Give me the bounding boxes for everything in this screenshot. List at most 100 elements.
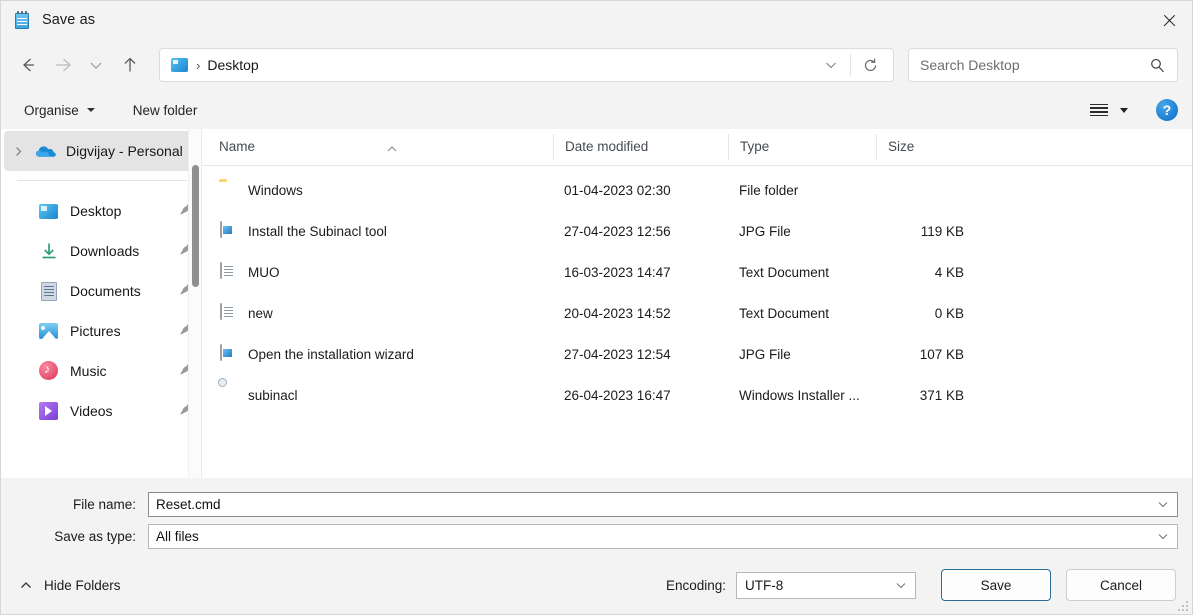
- file-name-cell: new: [208, 304, 553, 323]
- sidebar-item-onedrive[interactable]: Digvijay - Personal: [4, 131, 198, 171]
- file-name-cell: Install the Subinacl tool: [208, 222, 553, 241]
- filetype-select[interactable]: All files: [148, 524, 1178, 549]
- sidebar-item-music[interactable]: Music: [1, 351, 201, 391]
- refresh-button[interactable]: [851, 49, 889, 81]
- sidebar-item-videos[interactable]: Videos: [1, 391, 201, 431]
- file-type: Windows Installer ...: [728, 386, 876, 406]
- file-list-pane: Name Date modified Type Size: [201, 129, 1192, 478]
- file-type: JPG File: [728, 345, 876, 365]
- column-header-name[interactable]: Name: [208, 134, 553, 160]
- encoding-select[interactable]: UTF-8: [736, 572, 916, 599]
- cancel-label: Cancel: [1100, 578, 1142, 593]
- back-button[interactable]: [11, 48, 45, 82]
- save-form: File name: Reset.cmd Save as type: All f…: [1, 478, 1192, 556]
- sidebar-scrollbar[interactable]: [188, 129, 201, 478]
- breadcrumb-desktop: Desktop: [207, 57, 258, 73]
- caret-down-icon: [87, 108, 95, 112]
- arrow-up-icon: [120, 55, 140, 75]
- chevron-down-icon: [1156, 529, 1170, 543]
- help-button[interactable]: ?: [1156, 99, 1178, 121]
- search-box[interactable]: Search Desktop: [908, 48, 1178, 82]
- filetype-value: All files: [156, 529, 1149, 544]
- list-view-icon: [1090, 104, 1108, 117]
- jpg-file-icon: [219, 345, 237, 364]
- title-bar: Save as: [1, 1, 1192, 39]
- column-header-date-modified[interactable]: Date modified: [553, 134, 728, 160]
- file-name: new: [248, 306, 273, 321]
- save-button[interactable]: Save: [941, 569, 1051, 601]
- search-input[interactable]: Search Desktop: [920, 57, 1149, 73]
- file-date: 27-04-2023 12:54: [553, 347, 728, 362]
- view-options-button[interactable]: [1084, 101, 1134, 120]
- sidebar-label-downloads: Downloads: [70, 243, 139, 259]
- installer-icon: [219, 386, 237, 405]
- table-row[interactable]: new 20-04-2023 14:52 Text Document 0 KB: [202, 293, 1192, 334]
- arrow-right-icon: [52, 55, 72, 75]
- file-name-cell: Windows: [208, 181, 553, 200]
- filetype-label: Save as type:: [15, 529, 148, 544]
- file-date: 26-04-2023 16:47: [553, 388, 728, 403]
- close-button[interactable]: [1146, 1, 1192, 39]
- folder-icon: [219, 181, 237, 200]
- table-row[interactable]: Install the Subinacl tool 27-04-2023 12:…: [202, 211, 1192, 252]
- up-level-button[interactable]: [113, 48, 147, 82]
- table-row[interactable]: MUO 16-03-2023 14:47 Text Document 4 KB: [202, 252, 1192, 293]
- file-type: Text Document: [728, 304, 876, 324]
- expand-onedrive-button[interactable]: [7, 145, 29, 158]
- column-label-name: Name: [219, 139, 255, 154]
- sidebar-item-downloads[interactable]: Downloads: [1, 231, 201, 271]
- refresh-icon: [862, 57, 879, 74]
- encoding-value: UTF-8: [745, 578, 887, 593]
- new-folder-button[interactable]: New folder: [124, 99, 207, 122]
- arrow-left-icon: [18, 55, 38, 75]
- forward-button[interactable]: [45, 48, 79, 82]
- notepad-icon: [14, 11, 31, 30]
- filetype-row: Save as type: All files: [15, 520, 1178, 552]
- desktop-icon: [39, 201, 59, 221]
- address-bar[interactable]: › Desktop: [159, 48, 894, 82]
- file-size: 119 KB: [876, 224, 976, 239]
- filename-row: File name: Reset.cmd: [15, 488, 1178, 520]
- help-label: ?: [1163, 102, 1172, 118]
- address-dropdown-button[interactable]: [812, 49, 850, 81]
- file-name-cell: MUO: [208, 263, 553, 282]
- sidebar-item-desktop[interactable]: Desktop: [1, 191, 201, 231]
- organise-button[interactable]: Organise: [15, 99, 104, 122]
- close-icon: [1162, 13, 1177, 28]
- sidebar-item-documents[interactable]: Documents: [1, 271, 201, 311]
- recent-locations-button[interactable]: [79, 48, 113, 82]
- file-type: Text Document: [728, 263, 876, 283]
- column-header-size[interactable]: Size: [876, 134, 976, 160]
- file-list: Windows 01-04-2023 02:30 File folder Ins…: [202, 166, 1192, 478]
- chevron-down-icon: [87, 56, 105, 74]
- organise-label: Organise: [24, 103, 79, 118]
- filename-value: Reset.cmd: [156, 497, 1149, 512]
- encoding-dropdown-button[interactable]: [887, 574, 915, 597]
- file-size: 371 KB: [876, 388, 976, 403]
- cancel-button[interactable]: Cancel: [1066, 569, 1176, 601]
- column-label-type: Type: [740, 139, 769, 154]
- file-name-cell: subinacl: [208, 386, 553, 405]
- file-date: 01-04-2023 02:30: [553, 183, 728, 198]
- table-row[interactable]: Open the installation wizard 27-04-2023 …: [202, 334, 1192, 375]
- file-type: JPG File: [728, 222, 876, 242]
- resize-grip[interactable]: [1176, 599, 1188, 611]
- dialog-footer: Hide Folders Encoding: UTF-8 Save Cancel: [1, 556, 1192, 614]
- sidebar-label-documents: Documents: [70, 283, 141, 299]
- sidebar-item-pictures[interactable]: Pictures: [1, 311, 201, 351]
- table-row[interactable]: subinacl 26-04-2023 16:47 Windows Instal…: [202, 375, 1192, 416]
- chevron-down-icon: [894, 578, 908, 592]
- caret-down-icon: [1120, 108, 1128, 113]
- sidebar-label-music: Music: [70, 363, 107, 379]
- table-row[interactable]: Windows 01-04-2023 02:30 File folder: [202, 170, 1192, 211]
- filetype-dropdown-button[interactable]: [1149, 525, 1177, 548]
- sidebar-scrollbar-thumb[interactable]: [192, 165, 199, 287]
- column-header-type[interactable]: Type: [728, 134, 876, 160]
- filename-dropdown-button[interactable]: [1149, 493, 1177, 516]
- encoding-label: Encoding:: [666, 578, 726, 593]
- file-date: 20-04-2023 14:52: [553, 306, 728, 321]
- hide-folders-button[interactable]: Hide Folders: [19, 578, 121, 593]
- filename-input[interactable]: Reset.cmd: [148, 492, 1178, 517]
- breadcrumb-separator: ›: [196, 58, 200, 73]
- onedrive-icon: [35, 141, 55, 161]
